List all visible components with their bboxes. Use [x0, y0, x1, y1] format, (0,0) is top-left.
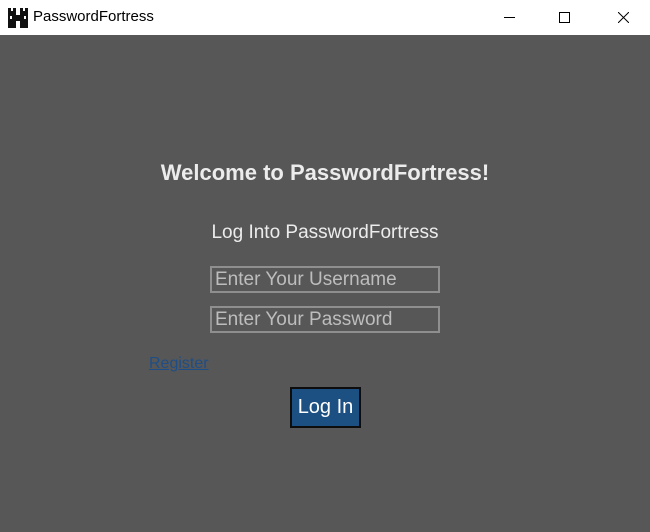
- title-bar[interactable]: PasswordFortress: [0, 0, 650, 35]
- username-input[interactable]: [210, 266, 440, 293]
- password-input[interactable]: [210, 306, 440, 333]
- fortress-icon: [8, 8, 28, 28]
- welcome-heading: Welcome to PasswordFortress!: [160, 160, 490, 185]
- maximize-button[interactable]: [541, 0, 587, 35]
- login-button[interactable]: Log In: [290, 387, 361, 428]
- minimize-button[interactable]: [486, 0, 532, 35]
- close-icon: [618, 12, 629, 23]
- maximize-icon: [559, 12, 570, 23]
- register-link[interactable]: Register: [149, 355, 209, 373]
- close-button[interactable]: [600, 0, 646, 35]
- login-subtitle: Log Into PasswordFortress: [211, 222, 439, 243]
- minimize-icon: [504, 17, 515, 18]
- window-title: PasswordFortress: [33, 8, 154, 25]
- app-window: PasswordFortress Welcome to PasswordFort…: [0, 0, 650, 532]
